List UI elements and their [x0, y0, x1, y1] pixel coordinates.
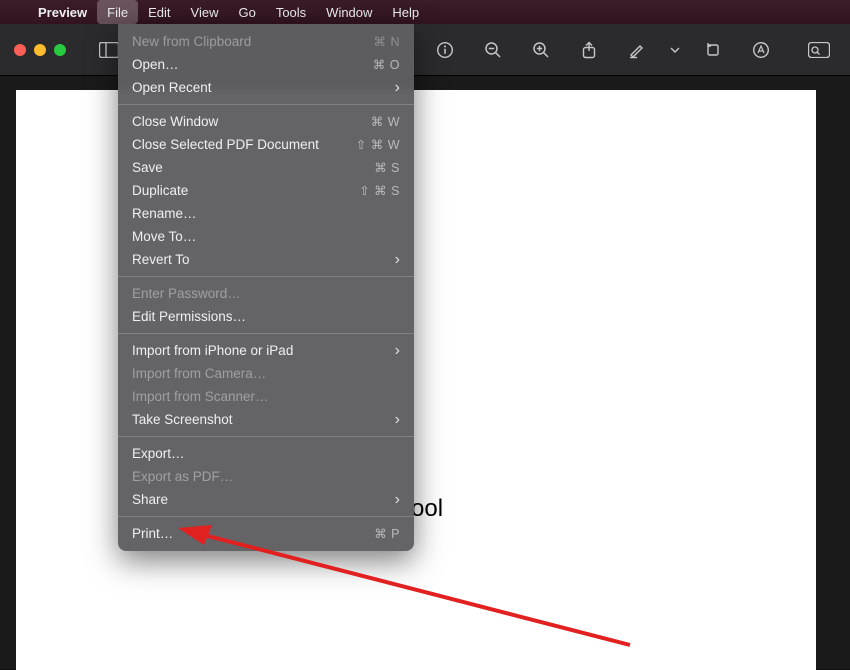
menu-item-take-screenshot[interactable]: Take Screenshot › — [118, 408, 414, 431]
info-icon[interactable] — [428, 36, 462, 64]
menu-item-label: Export as PDF… — [132, 469, 233, 484]
chevron-right-icon: › — [395, 80, 400, 96]
menu-item-label: Duplicate — [132, 183, 188, 198]
menu-item-shortcut: ⌘ S — [374, 160, 400, 175]
menu-item-import-from-scanner: Import from Scanner… — [118, 385, 414, 408]
menu-item-label: Close Selected PDF Document — [132, 137, 319, 152]
menubar-item-file[interactable]: File — [97, 0, 138, 24]
menu-item-new-from-clipboard: New from Clipboard ⌘ N — [118, 30, 414, 53]
menubar-item-label: File — [107, 5, 128, 20]
menu-item-label: Edit Permissions… — [132, 309, 246, 324]
chevron-right-icon: › — [395, 492, 400, 508]
menu-item-rename[interactable]: Rename… — [118, 202, 414, 225]
share-icon[interactable] — [572, 36, 606, 64]
chevron-down-icon[interactable] — [668, 36, 682, 64]
menu-item-label: Open… — [132, 57, 179, 72]
menu-item-label: Share — [132, 492, 168, 507]
menu-item-shortcut: ⇧ ⌘ S — [359, 183, 400, 198]
window-traffic-lights — [14, 44, 66, 56]
chevron-right-icon: › — [395, 343, 400, 359]
menubar-item-view[interactable]: View — [181, 0, 229, 24]
menu-item-shortcut: ⌘ N — [374, 34, 401, 49]
document-text-fragment: ool — [411, 495, 443, 523]
menu-item-move-to[interactable]: Move To… — [118, 225, 414, 248]
menu-item-label: New from Clipboard — [132, 34, 251, 49]
menu-item-label: Import from iPhone or iPad — [132, 343, 293, 358]
toolbar-right-group — [428, 36, 836, 64]
search-icon[interactable] — [802, 36, 836, 64]
menu-item-edit-permissions[interactable]: Edit Permissions… — [118, 305, 414, 328]
menu-item-label: Import from Scanner… — [132, 389, 269, 404]
menubar-item-edit[interactable]: Edit — [138, 0, 180, 24]
menubar-item-go[interactable]: Go — [228, 0, 265, 24]
menu-item-label: Print… — [132, 526, 173, 541]
menu-item-label: Open Recent — [132, 80, 212, 95]
menu-item-close-window[interactable]: Close Window ⌘ W — [118, 110, 414, 133]
rotate-icon[interactable] — [696, 36, 730, 64]
menu-item-print[interactable]: Print… ⌘ P — [118, 522, 414, 545]
window-close-button[interactable] — [14, 44, 26, 56]
menubar-item-window[interactable]: Window — [316, 0, 382, 24]
menubar-item-label: View — [191, 5, 219, 20]
menu-item-label: Take Screenshot — [132, 412, 233, 427]
menubar-item-label: Window — [326, 5, 372, 20]
menu-item-save[interactable]: Save ⌘ S — [118, 156, 414, 179]
menu-item-shortcut: ⇧ ⌘ W — [356, 137, 400, 152]
menu-item-share[interactable]: Share › — [118, 488, 414, 511]
menu-item-close-selected-pdf-document[interactable]: Close Selected PDF Document ⇧ ⌘ W — [118, 133, 414, 156]
menubar-item-label: Edit — [148, 5, 170, 20]
menu-item-label: Import from Camera… — [132, 366, 266, 381]
menu-item-label: Revert To — [132, 252, 190, 267]
menu-item-revert-to[interactable]: Revert To › — [118, 248, 414, 271]
menubar-item-label: Tools — [276, 5, 306, 20]
menu-item-label: Export… — [132, 446, 185, 461]
menu-item-duplicate[interactable]: Duplicate ⇧ ⌘ S — [118, 179, 414, 202]
menu-item-open[interactable]: Open… ⌘ O — [118, 53, 414, 76]
menu-separator — [118, 104, 414, 105]
menu-separator — [118, 333, 414, 334]
menu-item-enter-password: Enter Password… — [118, 282, 414, 305]
zoom-out-icon[interactable] — [476, 36, 510, 64]
menu-item-label: Close Window — [132, 114, 218, 129]
menu-separator — [118, 436, 414, 437]
menubar-item-label: Go — [238, 5, 255, 20]
menu-item-shortcut: ⌘ O — [373, 57, 400, 72]
menubar-item-label: Help — [392, 5, 419, 20]
menu-separator — [118, 276, 414, 277]
menu-item-label: Enter Password… — [132, 286, 241, 301]
window-fullscreen-button[interactable] — [54, 44, 66, 56]
chevron-right-icon: › — [395, 252, 400, 268]
window-minimize-button[interactable] — [34, 44, 46, 56]
zoom-in-icon[interactable] — [524, 36, 558, 64]
menubar-item-help[interactable]: Help — [382, 0, 429, 24]
chevron-right-icon: › — [395, 412, 400, 428]
menu-item-import-from-camera: Import from Camera… — [118, 362, 414, 385]
menu-item-label: Move To… — [132, 229, 196, 244]
markup-icon[interactable] — [744, 36, 778, 64]
menu-item-label: Save — [132, 160, 163, 175]
file-menu-dropdown: New from Clipboard ⌘ N Open… ⌘ O Open Recent… — [118, 24, 414, 551]
menu-separator — [118, 516, 414, 517]
menu-item-shortcut: ⌘ P — [374, 526, 400, 541]
menu-item-open-recent[interactable]: Open Recent › — [118, 76, 414, 99]
menubar-item-tools[interactable]: Tools — [266, 0, 316, 24]
menu-item-label: Rename… — [132, 206, 197, 221]
menu-item-import-from-iphone-or-ipad[interactable]: Import from iPhone or iPad › — [118, 339, 414, 362]
menu-item-shortcut: ⌘ W — [371, 114, 400, 129]
system-menubar: Preview File Edit View Go Tools Window H… — [0, 0, 850, 24]
menu-item-export[interactable]: Export… — [118, 442, 414, 465]
highlight-icon[interactable] — [620, 36, 654, 64]
menu-item-export-as-pdf: Export as PDF… — [118, 465, 414, 488]
app-name[interactable]: Preview — [28, 5, 97, 20]
